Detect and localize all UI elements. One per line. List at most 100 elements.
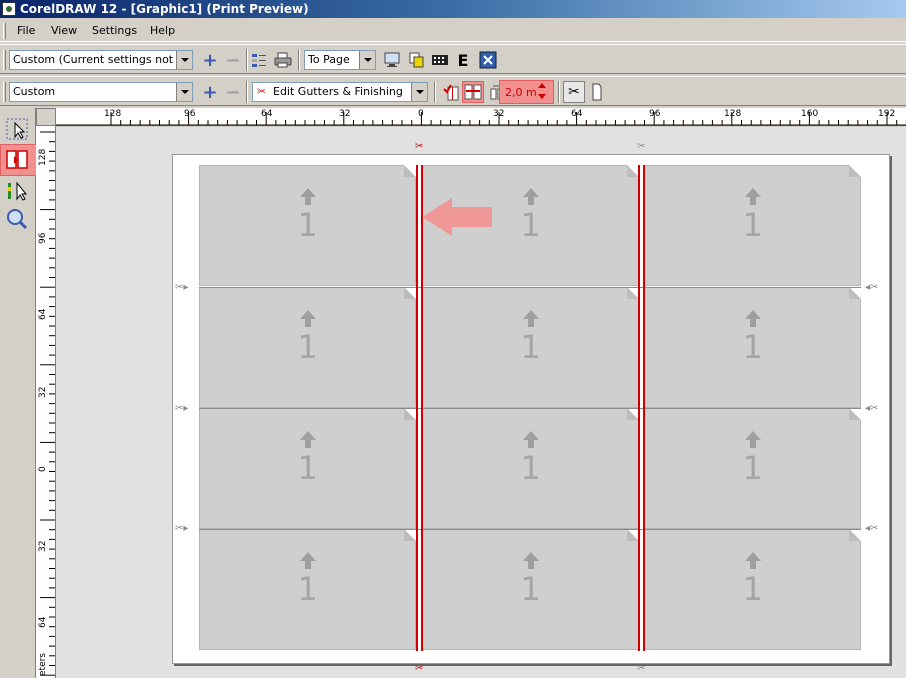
imposition-card[interactable]: 1	[199, 408, 416, 529]
zoom-tool[interactable]	[4, 206, 30, 232]
window-title: CorelDRAW 12 - [Graphic1] (Print Preview…	[20, 2, 309, 16]
imposition-card[interactable]: 1	[199, 287, 416, 408]
page-corner-icon	[404, 529, 416, 541]
orientation-arrow-icon	[299, 188, 316, 197]
imposition-card[interactable]: 1	[644, 287, 861, 408]
chevron-down-icon[interactable]	[176, 83, 192, 101]
ruler-top-label: 192	[878, 109, 896, 119]
orientation-arrow-icon	[299, 431, 316, 440]
spin-up-icon[interactable]	[538, 83, 546, 88]
print-style-combo[interactable]: Custom (Current settings not s...	[9, 50, 193, 70]
orientation-arrow-icon	[522, 310, 539, 319]
menu-file[interactable]: File	[17, 24, 35, 37]
toolbar-grip[interactable]	[3, 50, 6, 70]
page-corner-icon	[849, 408, 861, 420]
imposition-card[interactable]: 1	[422, 529, 639, 650]
cut-mark-scissors-icon[interactable]: ✂	[637, 141, 645, 152]
menu-view[interactable]: View	[51, 24, 77, 37]
full-screen-button[interactable]	[381, 49, 403, 71]
add-print-style-button[interactable]: +	[199, 49, 221, 71]
page-corner-icon	[849, 165, 861, 177]
imposition-card[interactable]: 1	[644, 408, 861, 529]
edit-mode-combo[interactable]: ✂ Edit Gutters & Finishing	[252, 82, 428, 102]
page-corner-icon	[849, 287, 861, 299]
horizontal-cut-line[interactable]	[199, 287, 861, 288]
imposition-card[interactable]: 1	[644, 165, 861, 286]
cut-mark-scissors-icon[interactable]: ✂	[415, 663, 423, 674]
imposition-card[interactable]: 1	[199, 529, 416, 650]
print-options-button[interactable]	[248, 49, 270, 71]
imposition-layout-combo[interactable]: Custom	[9, 82, 193, 102]
chevron-down-icon[interactable]	[176, 51, 192, 69]
menu-help[interactable]: Help	[150, 24, 175, 37]
print-button[interactable]	[272, 49, 294, 71]
page-number: 1	[520, 449, 541, 487]
imposition-layout-tool[interactable]	[4, 147, 30, 173]
print-style-value: Custom (Current settings not s...	[13, 53, 193, 66]
magnifier-icon	[7, 209, 28, 230]
orientation-arrow-icon	[299, 310, 316, 319]
horizontal-cut-line[interactable]	[199, 408, 861, 409]
separations-icon	[409, 52, 424, 68]
page-number: 1	[520, 206, 541, 244]
coreldraw-app-icon[interactable]	[2, 2, 16, 16]
ruler-left-label: 96	[38, 232, 48, 244]
cut-mark-scissors-icon[interactable]: ✂	[415, 141, 423, 152]
horizontal-cut-line[interactable]	[199, 529, 861, 530]
zoom-fit-combo[interactable]: To Page	[304, 50, 376, 70]
cut-mark-scissors-icon[interactable]: ◂✂	[865, 523, 878, 534]
pick-tool[interactable]	[4, 116, 30, 142]
ruler-left-label: 64	[38, 616, 48, 628]
add-layout-button[interactable]: +	[199, 81, 221, 103]
imposition-layout-icon	[6, 150, 28, 169]
horizontal-ruler: 128 96 64 32 0 32 64 96 128 160 192	[56, 108, 906, 126]
ruler-top-label: 64	[571, 109, 583, 119]
imposition-card[interactable]: 1	[422, 287, 639, 408]
imposition-card[interactable]: 1	[422, 408, 639, 529]
minus-icon: −	[225, 49, 241, 71]
cut-mark-scissors-icon[interactable]: ◂✂	[865, 282, 878, 293]
chevron-down-icon[interactable]	[359, 51, 375, 69]
page-corner-icon	[404, 165, 416, 177]
close-preview-button[interactable]	[477, 49, 499, 71]
remove-layout-button[interactable]: −	[222, 81, 244, 103]
equal-gutter-button[interactable]	[462, 81, 484, 103]
marks-placement-tool[interactable]	[4, 178, 30, 204]
imposition-card[interactable]: 1	[199, 165, 416, 286]
cut-mark-scissors-icon[interactable]: ✂▸	[175, 523, 188, 534]
ruler-top-label: 160	[801, 109, 819, 119]
emulsion-down-button[interactable]: E	[452, 49, 474, 71]
gutter-size-value[interactable]: 2,0 m	[505, 86, 537, 99]
ruler-top-label: 128	[724, 109, 742, 119]
orientation-arrow-stem	[527, 319, 534, 327]
gutter-line-left-1[interactable]	[416, 165, 418, 651]
page-number: 1	[520, 570, 541, 608]
toolbar-separator	[298, 49, 300, 71]
cut-marks-button[interactable]: ✂	[563, 81, 585, 103]
orientation-arrow-stem	[749, 197, 756, 205]
ruler-top-label: 0	[418, 109, 424, 119]
cut-mark-scissors-icon[interactable]: ✂▸	[175, 282, 188, 293]
imposition-card[interactable]: 1	[644, 529, 861, 650]
ruler-corner[interactable]	[36, 108, 56, 126]
page-corner-icon	[849, 529, 861, 541]
pick-tool-icon	[6, 118, 28, 140]
chevron-down-icon[interactable]	[411, 83, 427, 101]
cut-mark-scissors-icon[interactable]: ✂	[637, 663, 645, 674]
auto-gutter-button[interactable]	[440, 81, 462, 103]
orientation-arrow-icon	[522, 431, 539, 440]
remove-print-style-button[interactable]: −	[222, 49, 244, 71]
cut-mark-scissors-icon[interactable]: ◂✂	[865, 403, 878, 414]
invert-button[interactable]	[429, 49, 451, 71]
page-corner-icon	[404, 287, 416, 299]
cut-mark-scissors-icon[interactable]: ✂▸	[175, 403, 188, 414]
page-number: 1	[297, 328, 318, 366]
fold-marks-button[interactable]	[586, 81, 608, 103]
menubar-grip[interactable]	[3, 23, 6, 39]
color-separations-button[interactable]	[406, 49, 428, 71]
gutter-line-right-1[interactable]	[638, 165, 640, 651]
spin-down-icon[interactable]	[538, 94, 546, 99]
menu-settings[interactable]: Settings	[92, 24, 137, 37]
toolbar-grip[interactable]	[3, 82, 6, 102]
gutter-line-right-2[interactable]	[643, 165, 645, 651]
